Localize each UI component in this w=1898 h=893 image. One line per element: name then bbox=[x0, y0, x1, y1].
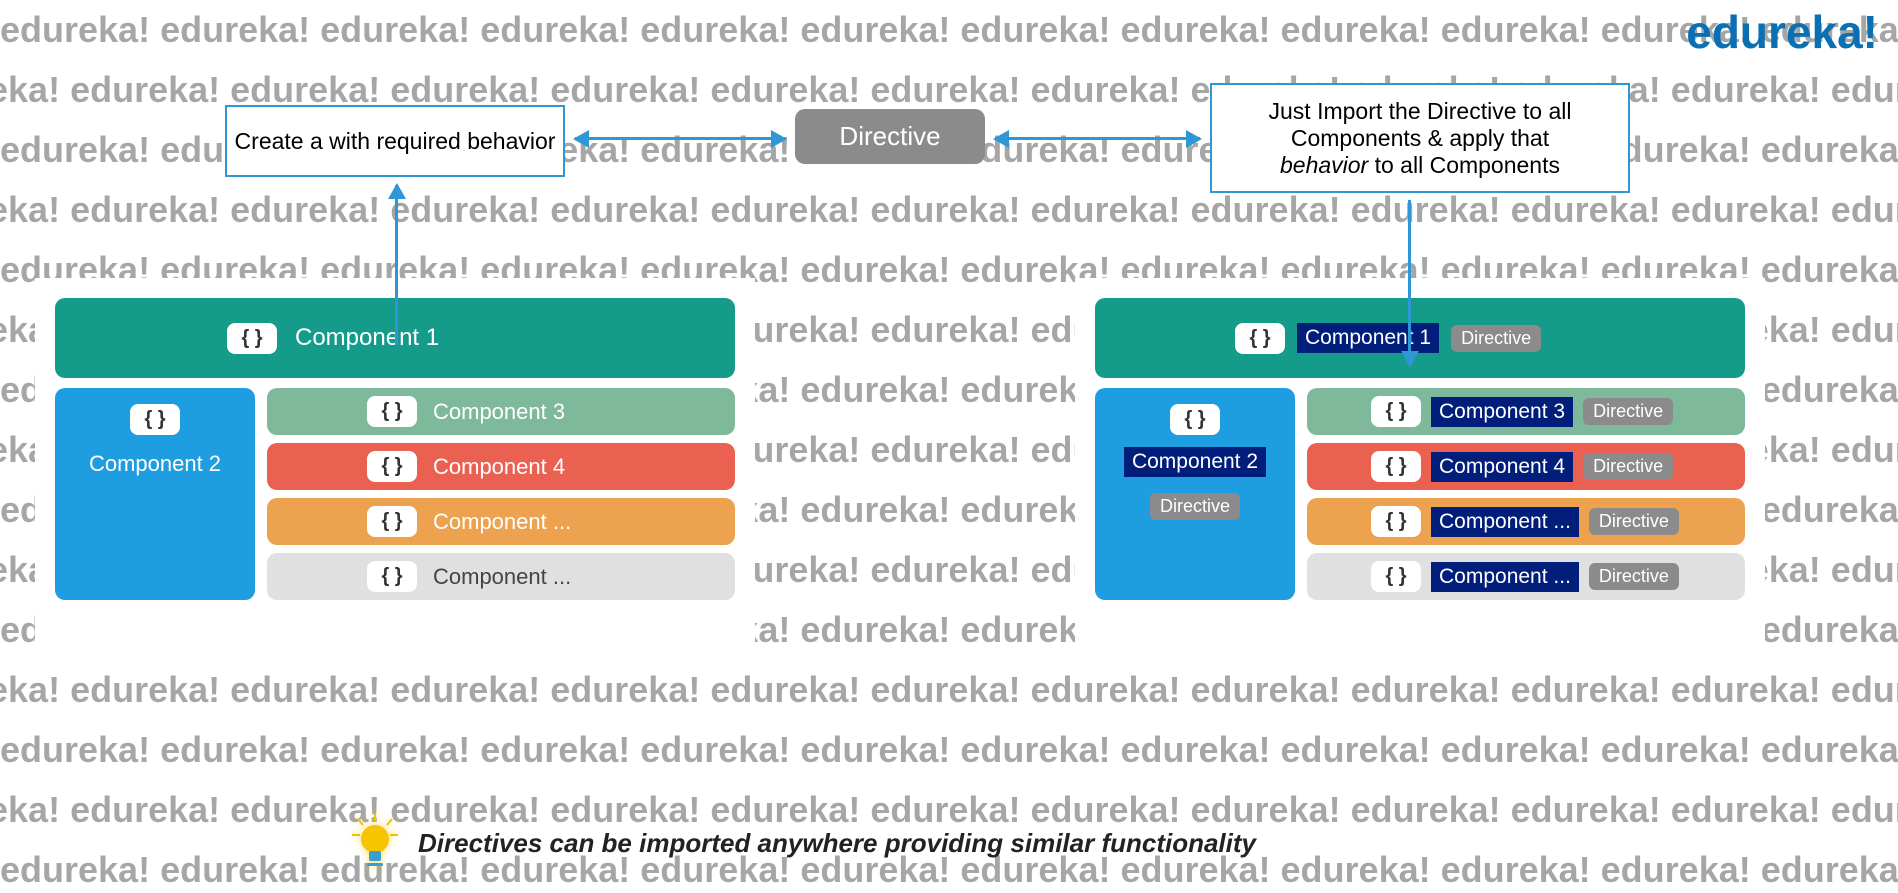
component-6-bar: { } Component ... Directive bbox=[1307, 553, 1745, 600]
target-components-panel: { } Component 1 Directive { } Component … bbox=[1075, 278, 1765, 658]
component-6-bar: { } Component ... bbox=[267, 553, 735, 600]
braces-icon: { } bbox=[227, 323, 277, 354]
import-directive-text: Just Import the Directive to all Compone… bbox=[1269, 98, 1572, 179]
import-line-3-post: to all Components bbox=[1368, 152, 1560, 178]
import-line-1: Just Import the Directive to all bbox=[1269, 98, 1572, 125]
braces-icon: { } bbox=[367, 396, 417, 427]
directive-badge: Directive bbox=[1451, 325, 1541, 352]
directive-node-label: Directive bbox=[839, 121, 940, 152]
component-3-bar: { } Component 3 Directive bbox=[1307, 388, 1745, 435]
braces-icon: { } bbox=[1371, 561, 1421, 592]
braces-icon: { } bbox=[367, 451, 417, 482]
lightbulb-icon bbox=[350, 813, 400, 873]
component-5-bar: { } Component ... bbox=[267, 498, 735, 545]
directive-badge: Directive bbox=[1150, 493, 1240, 520]
braces-icon: { } bbox=[367, 506, 417, 537]
component-6-label: Component ... bbox=[1431, 562, 1579, 592]
braces-icon: { } bbox=[1170, 404, 1220, 435]
component-4-bar: { } Component 4 Directive bbox=[1307, 443, 1745, 490]
component-2-label: Component 2 bbox=[89, 451, 221, 477]
directive-badge: Directive bbox=[1589, 563, 1679, 590]
component-1-bar: { } Component 1 Directive bbox=[1095, 298, 1745, 378]
import-line-3: behavior to all Components bbox=[1269, 152, 1572, 179]
directive-badge: Directive bbox=[1583, 453, 1673, 480]
component-2-label: Component 2 bbox=[1124, 447, 1266, 477]
component-6-label: Component ... bbox=[433, 564, 571, 590]
directive-node: Directive bbox=[795, 109, 985, 164]
braces-icon: { } bbox=[1371, 506, 1421, 537]
arrow-directive-to-import bbox=[995, 137, 1200, 140]
brand-logo: edureka! bbox=[1686, 5, 1878, 59]
component-3-label: Component 3 bbox=[433, 399, 565, 425]
component-5-bar: { } Component ... Directive bbox=[1307, 498, 1745, 545]
create-behavior-box: Create a with required behavior bbox=[225, 105, 565, 177]
footer-text: Directives can be imported anywhere prov… bbox=[418, 828, 1256, 859]
component-1-label: Component 1 bbox=[1297, 323, 1439, 353]
component-2-box: { } Component 2 Directive bbox=[1095, 388, 1295, 600]
import-line-3-italic: behavior bbox=[1280, 152, 1368, 178]
arrow-import-to-panel bbox=[1408, 200, 1411, 365]
directive-badge: Directive bbox=[1583, 398, 1673, 425]
component-3-bar: { } Component 3 bbox=[267, 388, 735, 435]
component-4-label: Component 4 bbox=[1431, 452, 1573, 482]
component-5-label: Component ... bbox=[1431, 507, 1579, 537]
component-3-label: Component 3 bbox=[1431, 397, 1573, 427]
arrow-create-to-directive bbox=[575, 137, 785, 140]
component-5-label: Component ... bbox=[433, 509, 571, 535]
import-directive-box: Just Import the Directive to all Compone… bbox=[1210, 83, 1630, 193]
braces-icon: { } bbox=[130, 404, 180, 435]
braces-icon: { } bbox=[367, 561, 417, 592]
braces-icon: { } bbox=[1235, 323, 1285, 354]
component-1-label: Component 1 bbox=[295, 324, 439, 352]
create-behavior-label: Create a with required behavior bbox=[235, 128, 556, 155]
arrow-panel-to-create bbox=[395, 185, 398, 345]
braces-icon: { } bbox=[1371, 451, 1421, 482]
import-line-2: Components & apply that bbox=[1269, 125, 1572, 152]
component-4-label: Component 4 bbox=[433, 454, 565, 480]
component-2-box: { } Component 2 bbox=[55, 388, 255, 600]
component-4-bar: { } Component 4 bbox=[267, 443, 735, 490]
braces-icon: { } bbox=[1371, 396, 1421, 427]
footer-note: Directives can be imported anywhere prov… bbox=[350, 813, 1256, 873]
directive-badge: Directive bbox=[1589, 508, 1679, 535]
